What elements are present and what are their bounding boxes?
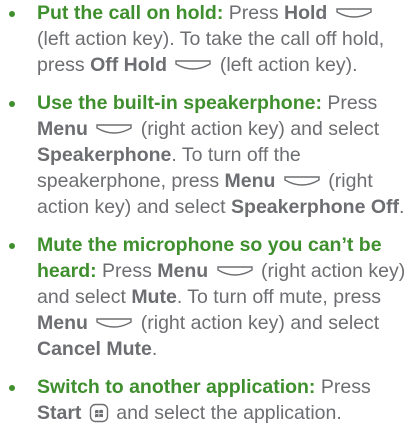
item-lead: Switch to another application:	[37, 376, 316, 398]
key-name: Cancel Mute	[37, 338, 152, 360]
right-action-key-icon	[284, 176, 320, 186]
key-name: Menu	[37, 312, 88, 334]
key-name: Speakerphone	[37, 144, 172, 166]
list-item-hold: Put the call on hold: Press Hold (left a…	[0, 0, 413, 78]
list-item-mute: Mute the microphone so you can’t be hear…	[0, 232, 413, 362]
item-lead: Put the call on hold:	[37, 2, 224, 24]
item-text: Press	[315, 376, 371, 398]
bullet-icon	[9, 11, 15, 17]
bullet-icon	[9, 101, 15, 107]
key-name: Menu	[224, 170, 276, 192]
item-text: (right action key) and select	[135, 312, 380, 334]
key-name: Start	[37, 402, 82, 424]
right-action-key-icon	[216, 266, 253, 276]
key-name: Menu	[157, 260, 209, 282]
left-action-key-icon	[336, 8, 372, 18]
item-text: .	[151, 338, 158, 360]
list-item-speakerphone: Use the built-in speakerphone: Press Men…	[0, 90, 413, 220]
list-item-switch-app: Switch to another application: Press Sta…	[0, 374, 413, 426]
item-text: (right action key) and select	[135, 118, 380, 140]
start-key-icon	[89, 403, 109, 423]
item-text: . To turn off mute, press	[176, 286, 381, 308]
key-name: Menu	[37, 118, 88, 140]
bullet-icon	[9, 385, 15, 391]
item-text: and select the application.	[110, 402, 342, 424]
item-text: Press	[321, 92, 378, 114]
item-text: .	[398, 196, 405, 218]
bullet-icon	[9, 243, 15, 249]
left-action-key-icon	[175, 60, 212, 70]
right-action-key-icon	[96, 318, 133, 328]
key-name: Speakerphone Off	[231, 196, 399, 218]
item-text: Press	[96, 260, 158, 282]
item-text: (left action key).	[214, 54, 358, 76]
key-name: Hold	[284, 2, 328, 24]
instruction-list: Put the call on hold: Press Hold (left a…	[0, 0, 413, 426]
key-name: Off Hold	[90, 54, 168, 76]
instruction-page: Put the call on hold: Press Hold (left a…	[0, 0, 413, 446]
right-action-key-icon	[96, 124, 133, 134]
item-text: Press	[223, 2, 285, 24]
key-name: Mute	[131, 286, 177, 308]
item-lead: Use the built-in speakerphone:	[37, 92, 322, 114]
